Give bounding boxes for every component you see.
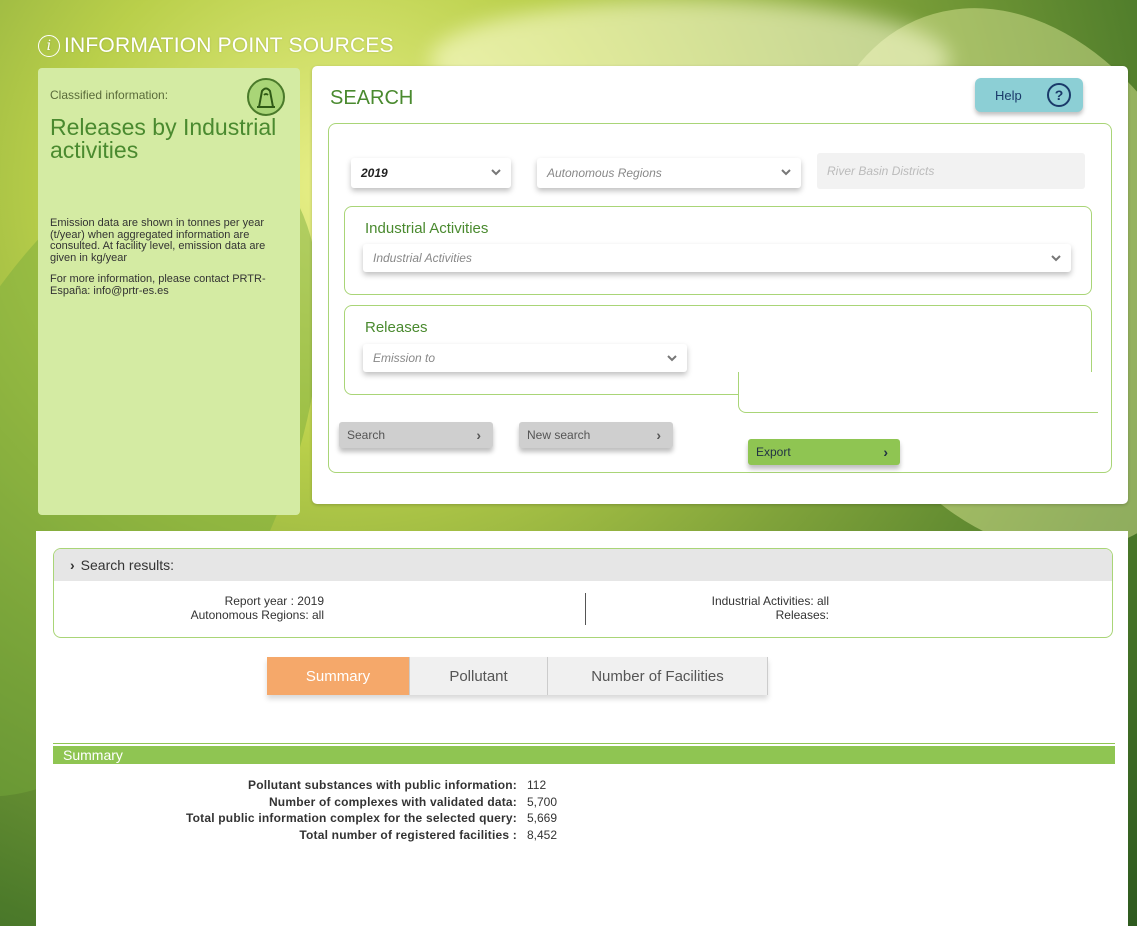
- search-results-header[interactable]: › Search results:: [54, 549, 1112, 581]
- search-panel: SEARCH Help ? 2019 Autonomous Regions Ri…: [312, 66, 1128, 504]
- results-left-column: Report year : 2019 Autonomous Regions: a…: [54, 594, 324, 622]
- basin-select: River Basin Districts: [817, 153, 1085, 189]
- page-title: i INFORMATION POINT SOURCES: [38, 34, 394, 58]
- tab-number-of-facilities[interactable]: Number of Facilities: [548, 657, 768, 695]
- summary-row-value: 5,700: [527, 794, 558, 809]
- releases-title: Releases: [365, 319, 428, 336]
- summary-table: Pollutant substances with public informa…: [36, 777, 557, 843]
- search-title: SEARCH: [330, 87, 414, 109]
- new-search-button-label: New search: [527, 428, 591, 442]
- classified-info-panel: Classified information: Releases by Indu…: [38, 68, 300, 515]
- industrial-activities-section: Industrial Activities Industrial Activit…: [344, 206, 1092, 295]
- basin-placeholder: River Basin Districts: [827, 164, 935, 178]
- tab-pollutant[interactable]: Pollutant: [410, 657, 548, 695]
- regions-select[interactable]: Autonomous Regions: [537, 158, 801, 188]
- tab-summary[interactable]: Summary: [267, 657, 410, 695]
- regions-placeholder: Autonomous Regions: [547, 166, 662, 180]
- search-button-label: Search: [347, 428, 386, 442]
- contact-note: For more information, please contact PRT…: [50, 273, 266, 297]
- summary-row-value: 8,452: [527, 827, 558, 842]
- results-tabs: Summary Pollutant Number of Facilities: [267, 657, 768, 695]
- search-button[interactable]: Search ›: [339, 422, 493, 448]
- chevron-right-icon: ›: [70, 557, 75, 573]
- new-search-button[interactable]: New search ›: [519, 422, 673, 448]
- search-form: 2019 Autonomous Regions River Basin Dist…: [328, 123, 1112, 473]
- summary-row-label: Pollutant substances with public informa…: [247, 778, 517, 793]
- chevron-right-icon: ›: [883, 444, 888, 460]
- summary-row: Total public information complex for the…: [36, 810, 557, 827]
- summary-row-value: 112: [527, 778, 547, 793]
- chevron-down-icon: [667, 355, 677, 362]
- emission-to-select[interactable]: Emission to: [363, 344, 687, 372]
- industrial-title: Industrial Activities: [365, 220, 489, 237]
- summary-row-label: Number of complexes with validated data:: [268, 794, 517, 809]
- report-year: Report year : 2019: [224, 594, 324, 608]
- chevron-right-icon: ›: [476, 427, 481, 443]
- summary-row: Number of complexes with validated data:…: [36, 794, 557, 811]
- summary-row-label: Total public information complex for the…: [185, 811, 517, 826]
- chevron-down-icon: [491, 169, 501, 176]
- export-tab: [738, 372, 1098, 413]
- help-label: Help: [995, 87, 1022, 103]
- summary-row: Pollutant substances with public informa…: [36, 777, 557, 794]
- search-results-title: Search results:: [80, 557, 175, 573]
- results-area: › Search results: Report year : 2019 Aut…: [36, 531, 1128, 926]
- chevron-down-icon: [1051, 255, 1061, 262]
- factory-icon: [247, 78, 285, 116]
- emission-note: Emission data are shown in tonnes per ye…: [50, 217, 266, 264]
- summary-row: Total number of registered facilities : …: [36, 827, 557, 844]
- results-right-column: Industrial Activities: all Releases:: [614, 594, 829, 622]
- summary-row-value: 5,669: [527, 811, 558, 826]
- chevron-down-icon: [781, 169, 791, 176]
- releases-result: Releases:: [775, 608, 829, 622]
- emission-placeholder: Emission to: [373, 351, 436, 365]
- results-divider: [585, 593, 586, 625]
- info-icon: i: [38, 35, 60, 57]
- chevron-right-icon: ›: [656, 427, 661, 443]
- year-value: 2019: [361, 166, 388, 180]
- help-button[interactable]: Help ?: [975, 78, 1083, 112]
- page-title-text: INFORMATION POINT SOURCES: [64, 34, 394, 57]
- summary-header: Summary: [53, 744, 1115, 764]
- autonomous-regions: Autonomous Regions: all: [190, 608, 324, 622]
- industrial-placeholder: Industrial Activities: [373, 251, 472, 265]
- question-icon: ?: [1047, 83, 1071, 107]
- industrial-activities-result: Industrial Activities: all: [711, 594, 829, 608]
- classified-title: Releases by Industrial activities: [50, 114, 277, 163]
- year-select[interactable]: 2019: [351, 158, 511, 188]
- search-results-box: › Search results: Report year : 2019 Aut…: [53, 548, 1113, 638]
- export-button-label: Export: [756, 445, 791, 459]
- export-button[interactable]: Export ›: [748, 439, 900, 465]
- summary-row-label: Total number of registered facilities :: [299, 827, 517, 842]
- industrial-activities-select[interactable]: Industrial Activities: [363, 244, 1071, 272]
